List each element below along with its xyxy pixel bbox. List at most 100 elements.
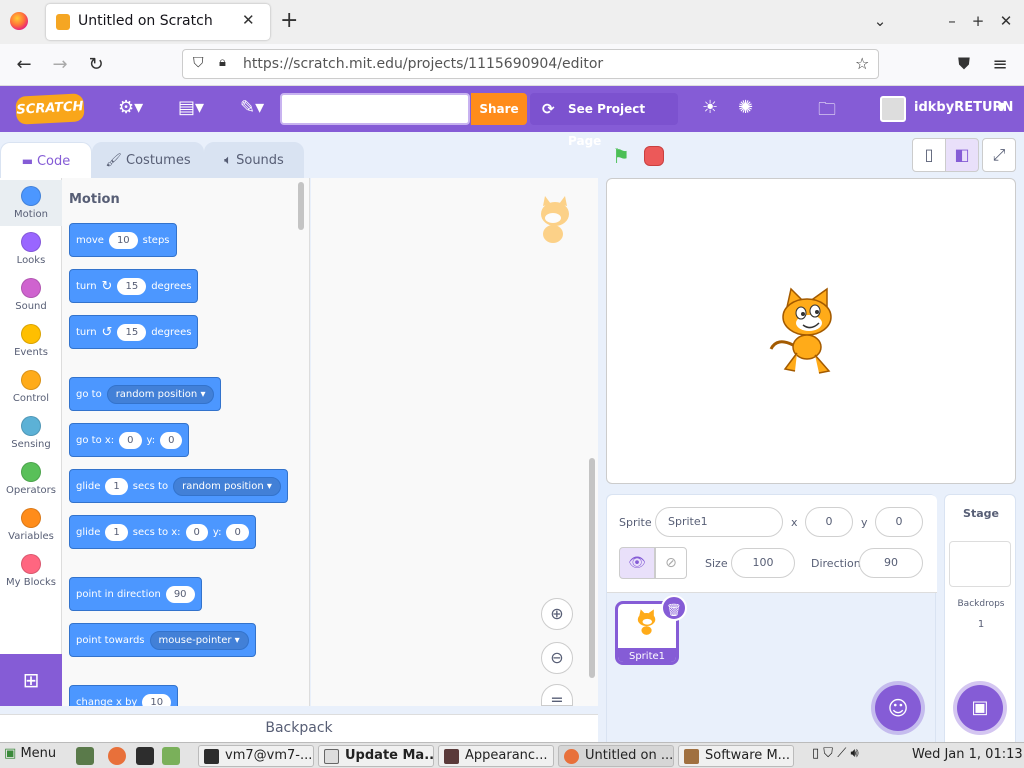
new-tab-button[interactable]: + — [280, 9, 298, 33]
task-terminal[interactable]: vm7@vm7-... — [198, 745, 314, 767]
block-point-direction[interactable]: point in direction 90 — [69, 577, 202, 611]
lock-icon[interactable]: 🔒︎ — [219, 55, 226, 70]
delete-sprite-button[interactable]: 🗑︎ — [661, 595, 687, 621]
pocket-icon[interactable]: ⛊ — [952, 54, 976, 74]
block-input[interactable]: 1 — [105, 477, 128, 495]
block-dropdown[interactable]: random position ▾ — [173, 476, 281, 496]
url-bar[interactable]: ⛉ 🔒︎ https://scratch.mit.edu/projects/11… — [182, 49, 879, 79]
script-area[interactable]: ⊕ ⊖ = — [311, 178, 598, 709]
settings-gear-icon[interactable]: ⚙▾ — [118, 97, 143, 118]
add-extension-button[interactable]: ⊞ — [0, 654, 62, 706]
close-tab-icon[interactable]: ✕ — [242, 11, 255, 29]
category-events[interactable]: Events — [0, 318, 62, 364]
block-input[interactable]: 15 — [117, 277, 147, 295]
add-backdrop-button[interactable]: ▣ — [957, 685, 1003, 731]
reload-icon[interactable]: ↻ — [84, 54, 108, 75]
see-project-page-button[interactable]: ⟳ See Project Page — [530, 93, 678, 148]
category-looks[interactable]: Looks — [0, 226, 62, 272]
task-appearance[interactable]: Appearanc... — [438, 745, 554, 767]
block-input[interactable]: 0 — [185, 523, 208, 541]
minimize-window-button[interactable]: – — [942, 12, 962, 30]
task-software-manager[interactable]: Software M... — [678, 745, 794, 767]
block-go-to-xy[interactable]: go to x: 0 y: 0 — [69, 423, 190, 457]
block-turn-right[interactable]: turn ↻ 15 degrees — [69, 269, 199, 303]
back-arrow-icon[interactable]: ← — [12, 54, 36, 75]
zoom-in-button[interactable]: ⊕ — [541, 598, 573, 630]
category-variables[interactable]: Variables — [0, 502, 62, 548]
sprite-name-input[interactable]: Sprite1 — [655, 507, 783, 537]
network-icon[interactable]: ⟋ — [837, 746, 846, 761]
normal-stage-button[interactable]: ◧ — [945, 138, 979, 172]
stage-thumbnail[interactable] — [949, 541, 1011, 587]
show-sprite-button[interactable]: 👁︎ — [619, 547, 655, 579]
sprite-cat[interactable] — [767, 287, 855, 377]
category-motion[interactable]: Motion — [0, 180, 62, 226]
block-glide-to[interactable]: glide 1 secs to random position ▾ — [69, 469, 288, 503]
category-sound[interactable]: Sound — [0, 272, 62, 318]
block-move-steps[interactable]: move 10 steps — [69, 223, 177, 257]
forward-arrow-icon[interactable]: → — [48, 54, 72, 75]
block-dropdown[interactable]: random position ▾ — [106, 384, 215, 404]
block-input[interactable]: 10 — [108, 231, 138, 249]
block-input[interactable]: 1 — [105, 523, 128, 541]
block-glide-xy[interactable]: glide 1 secs to x: 0 y: 0 — [69, 515, 256, 549]
close-window-button[interactable]: ✕ — [996, 12, 1016, 30]
share-button[interactable]: Share — [471, 93, 527, 125]
firefox-launcher-icon[interactable] — [108, 747, 126, 765]
block-go-to[interactable]: go to random position ▾ — [69, 377, 222, 411]
block-input[interactable]: 0 — [226, 523, 249, 541]
volume-icon[interactable]: 🔊︎ — [850, 746, 858, 761]
account-menu[interactable]: idkbyRETURN ▼ — [874, 86, 1024, 132]
browser-tab[interactable]: Untitled on Scratch ✕ — [46, 4, 270, 40]
block-input[interactable]: 0 — [119, 431, 142, 449]
block-input[interactable]: 15 — [117, 323, 147, 341]
small-stage-button[interactable]: ▯ — [912, 138, 946, 172]
stage-selector[interactable]: Stage Backdrops 1 ▣ — [944, 494, 1016, 744]
hide-sprite-button[interactable]: ⊘ — [655, 547, 687, 579]
start-menu-button[interactable]: ▣ Menu — [4, 746, 56, 761]
maximize-window-button[interactable]: + — [968, 12, 988, 30]
tab-costumes[interactable]: 🖌︎ Costumes — [92, 142, 204, 178]
files-launcher-icon[interactable] — [162, 747, 180, 765]
block-dropdown[interactable]: mouse-pointer ▾ — [149, 630, 249, 650]
scratch-logo[interactable]: SCRATCH — [15, 93, 85, 125]
list-all-tabs-icon[interactable]: ⌄ — [870, 12, 890, 30]
url-text[interactable]: https://scratch.mit.edu/projects/1115690… — [243, 56, 603, 72]
size-input[interactable]: 100 — [731, 548, 795, 578]
terminal-launcher-icon[interactable] — [136, 747, 154, 765]
block-change-x[interactable]: change x by 10 — [69, 685, 179, 706]
script-area-scrollbar[interactable] — [589, 458, 595, 678]
palette-scrollbar[interactable] — [298, 182, 304, 230]
zoom-out-button[interactable]: ⊖ — [541, 642, 573, 674]
block-input[interactable]: 0 — [160, 431, 183, 449]
project-title-input[interactable] — [280, 93, 470, 125]
x-input[interactable]: 0 — [805, 507, 853, 537]
direction-input[interactable]: 90 — [859, 548, 923, 578]
zoom-reset-button[interactable]: = — [541, 684, 573, 709]
block-input[interactable]: 10 — [142, 693, 172, 706]
block-input[interactable]: 90 — [165, 585, 195, 603]
clipboard-icon[interactable]: ▯ — [812, 746, 819, 761]
category-sensing[interactable]: Sensing — [0, 410, 62, 456]
debug-icon[interactable]: ✺ — [738, 97, 753, 118]
stop-button[interactable] — [644, 146, 664, 166]
category-control[interactable]: Control — [0, 364, 62, 410]
backpack[interactable]: Backpack — [0, 714, 598, 742]
add-sprite-button[interactable]: ☺ — [875, 685, 921, 731]
block-turn-left[interactable]: turn ↺ 15 degrees — [69, 315, 199, 349]
shield-tray-icon[interactable]: ⛉ — [823, 746, 833, 761]
my-stuff-folder-icon[interactable]: 🗀 — [818, 97, 836, 127]
task-update-manager[interactable]: Update Ma... — [318, 745, 434, 767]
app-menu-icon[interactable]: ≡ — [988, 54, 1012, 75]
green-flag-icon[interactable]: ⚑ — [612, 144, 630, 168]
y-input[interactable]: 0 — [875, 507, 923, 537]
block-point-towards[interactable]: point towards mouse-pointer ▾ — [69, 623, 256, 657]
fullscreen-button[interactable]: ⤢ — [982, 138, 1016, 172]
tracking-shield-icon[interactable]: ⛉ — [193, 55, 204, 71]
file-menu-icon[interactable]: ▤▾ — [178, 97, 204, 118]
edit-menu-icon[interactable]: ✎▾ — [240, 97, 264, 118]
theme-lightbulb-icon[interactable]: ☀ — [702, 97, 718, 118]
category-operators[interactable]: Operators — [0, 456, 62, 502]
show-desktop-icon[interactable] — [76, 747, 94, 765]
bookmark-star-icon[interactable]: ☆ — [855, 54, 869, 73]
